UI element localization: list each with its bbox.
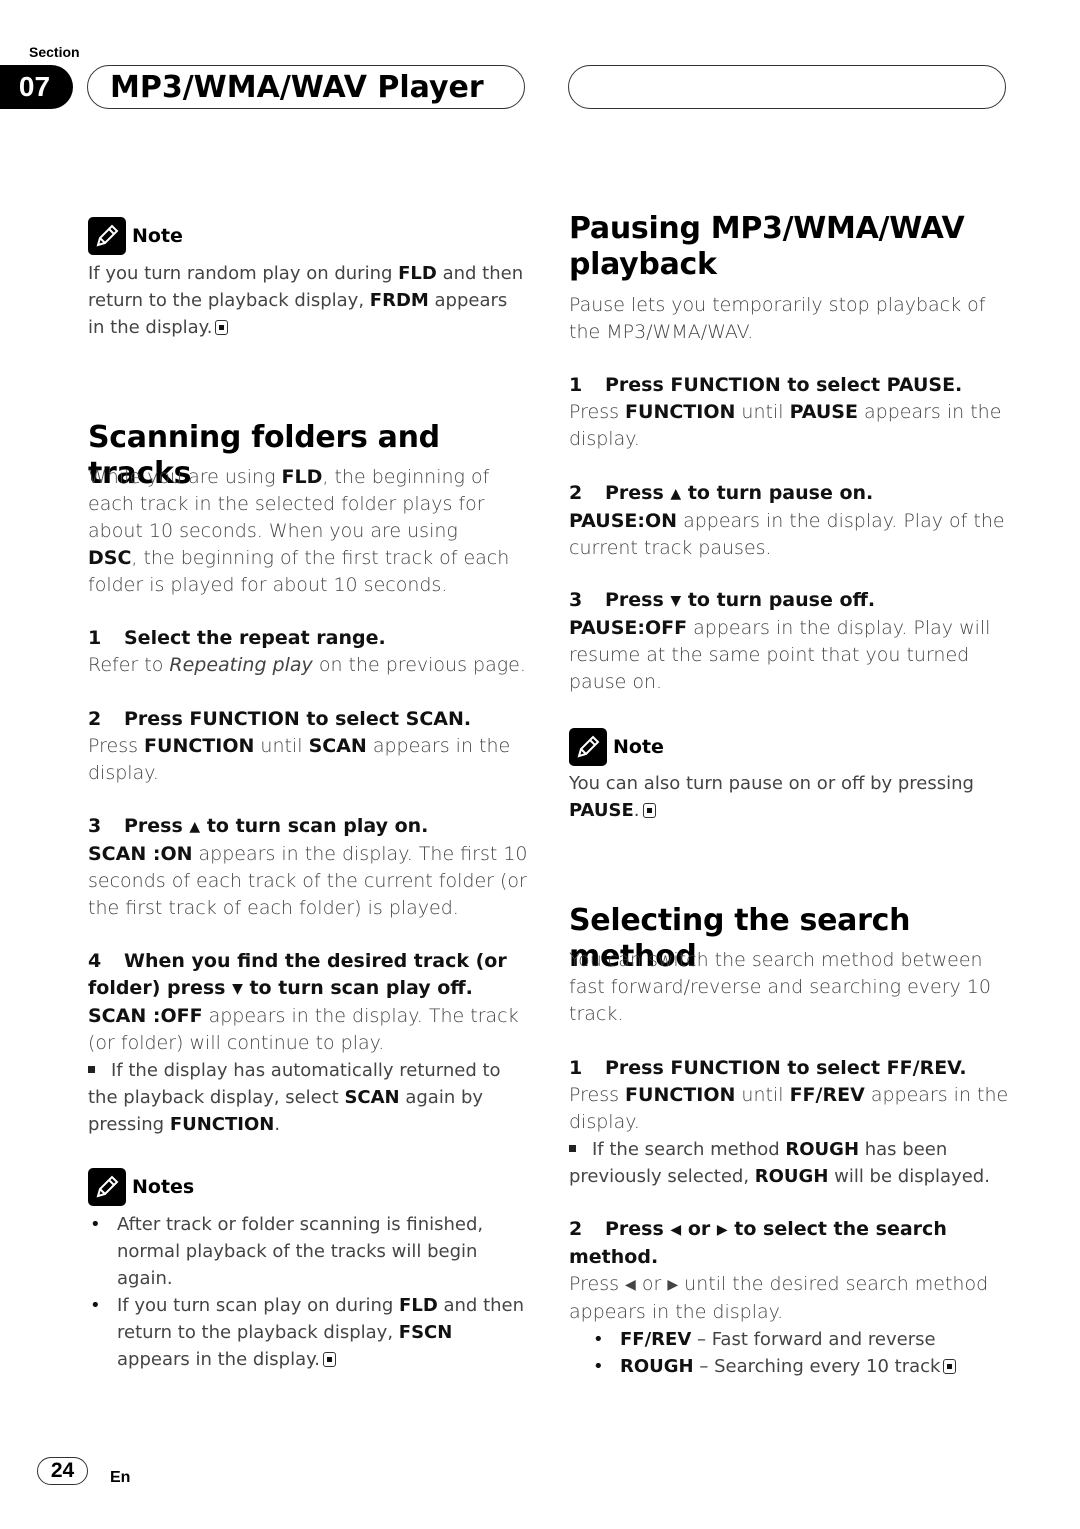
end-mark-icon bbox=[215, 320, 229, 335]
pause-intro: Pause lets you temporarily stop playback… bbox=[569, 294, 986, 343]
page-number: 24 bbox=[37, 1457, 88, 1485]
notes-heading: Notes bbox=[132, 1176, 195, 1198]
scan-intro: While you are using FLD, the beginning o… bbox=[88, 466, 510, 596]
chapter-title: MP3/WMA/WAV Player bbox=[87, 65, 525, 109]
tip-square-icon bbox=[88, 1066, 95, 1073]
note-heading: Note bbox=[132, 225, 183, 247]
notes-block: Notes bbox=[88, 1168, 194, 1206]
notes-list: After track or folder scanning is finish… bbox=[88, 1211, 528, 1373]
scan-step-2: 2 Press FUNCTION to select SCAN. Press FU… bbox=[88, 708, 511, 784]
note-text: If you turn random play on during FLD an… bbox=[88, 263, 524, 338]
notes-item: After track or folder scanning is finish… bbox=[88, 1211, 528, 1292]
scan-step-1: 1 Select the repeat range. Refer to Repea… bbox=[88, 627, 526, 676]
end-mark-icon bbox=[943, 1359, 957, 1374]
language-label: En bbox=[110, 1469, 131, 1486]
down-arrow-icon: ▼ bbox=[670, 593, 682, 609]
pause-note-block: Note bbox=[569, 728, 664, 766]
search-option: FF/REV – Fast forward and reverse bbox=[591, 1326, 1009, 1353]
notes-item: If you turn scan play on during FLD and … bbox=[88, 1292, 528, 1373]
right-arrow-icon: ▶ bbox=[667, 1277, 679, 1293]
up-arrow-icon: ▲ bbox=[670, 486, 682, 502]
up-arrow-icon: ▲ bbox=[189, 819, 201, 835]
pause-step-1: 1 Press FUNCTION to select PAUSE. Press F… bbox=[569, 374, 1002, 450]
empty-title-pill bbox=[568, 65, 1006, 109]
pause-heading: Pausing MP3/WMA/WAV playback bbox=[569, 211, 965, 282]
pause-step-3: 3 Press ▼ to turn pause off. PAUSE:OFF ap… bbox=[569, 589, 991, 693]
pencil-note-icon bbox=[88, 1168, 126, 1206]
section-number-tab: 07 bbox=[0, 65, 73, 109]
pencil-note-icon bbox=[88, 217, 126, 255]
left-arrow-icon: ◀ bbox=[625, 1277, 636, 1293]
pencil-note-icon bbox=[569, 728, 607, 766]
scan-step-4: 4 When you find the desired track (or fol… bbox=[88, 950, 519, 1135]
pause-step-2: 2 Press ▲ to turn pause on. PAUSE:ON appe… bbox=[569, 482, 1005, 559]
scan-step-3: 3 Press ▲ to turn scan play on. SCAN :ON … bbox=[88, 815, 528, 919]
right-arrow-icon: ▶ bbox=[716, 1222, 728, 1238]
down-arrow-icon: ▼ bbox=[232, 981, 243, 997]
section-label: Section bbox=[29, 44, 80, 60]
search-step-2: 2 Press ◀ or ▶ to select the search metho… bbox=[569, 1216, 1009, 1380]
search-option: ROUGH – Searching every 10 track bbox=[591, 1353, 1009, 1380]
note-heading: Note bbox=[613, 736, 664, 758]
note-block: Note bbox=[88, 217, 183, 255]
search-step-1: 1 Press FUNCTION to select FF/REV. Press … bbox=[569, 1057, 1009, 1187]
tip-square-icon bbox=[569, 1145, 576, 1152]
search-intro: You can switch the search method between… bbox=[569, 949, 991, 1025]
pause-note-text: You can also turn pause on or off by pre… bbox=[569, 773, 974, 821]
left-arrow-icon: ◀ bbox=[670, 1222, 682, 1238]
search-options-list: FF/REV – Fast forward and reverse ROUGH … bbox=[569, 1326, 1009, 1380]
end-mark-icon bbox=[642, 803, 656, 818]
end-mark-icon bbox=[322, 1352, 336, 1367]
